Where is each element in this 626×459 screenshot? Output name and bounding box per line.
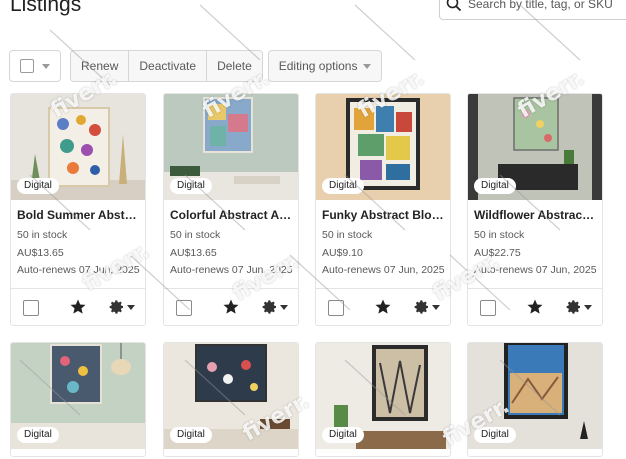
search-input[interactable]	[468, 0, 626, 11]
listing-checkbox[interactable]	[176, 300, 192, 316]
listing-title[interactable]: Colorful Abstract Art Print	[170, 208, 294, 222]
listing-card[interactable]: Digital	[10, 342, 146, 457]
listing-title[interactable]: Wildflower Abstract Painting	[474, 208, 598, 222]
gear-icon	[109, 300, 123, 314]
listing-price: AU$13.65	[170, 247, 217, 259]
gear-menu[interactable]	[262, 298, 290, 316]
digital-badge: Digital	[474, 427, 516, 443]
chevron-down-icon	[280, 304, 288, 310]
search-icon	[446, 0, 462, 12]
listing-price: AU$9.10	[322, 247, 363, 259]
card-divider	[11, 288, 145, 289]
select-all-checkbox[interactable]	[20, 59, 34, 73]
listing-checkbox[interactable]	[480, 300, 496, 316]
gear-icon	[566, 300, 580, 314]
listing-renews: Auto-renews 07 Jun, 2025	[474, 264, 597, 276]
gear-icon	[262, 300, 276, 314]
star-icon[interactable]	[69, 298, 87, 316]
renew-button[interactable]: Renew	[71, 51, 130, 81]
digital-badge: Digital	[474, 178, 516, 194]
chevron-down-icon	[584, 304, 592, 310]
listing-card[interactable]: Digital Funky Abstract Bloom Art 50 in s…	[315, 93, 451, 326]
listing-renews: Auto-renews 07 Jun, 2025	[170, 264, 293, 276]
listing-card[interactable]: Digital	[315, 342, 451, 457]
listing-title[interactable]: Bold Summer Abstract Art	[17, 208, 141, 222]
listing-card[interactable]: Digital	[467, 342, 603, 457]
gear-menu[interactable]	[414, 298, 442, 316]
bulk-actions: Renew Deactivate Delete	[70, 50, 263, 82]
listing-price: AU$22.75	[474, 247, 521, 259]
card-divider	[316, 288, 450, 289]
bulk-toolbar: Renew Deactivate Delete Editing options	[9, 50, 383, 82]
digital-badge: Digital	[322, 427, 364, 443]
editing-options-label: Editing options	[278, 59, 358, 73]
digital-badge: Digital	[322, 178, 364, 194]
listing-title[interactable]: Funky Abstract Bloom Art	[322, 208, 446, 222]
editing-options-button[interactable]: Editing options	[267, 50, 383, 82]
digital-badge: Digital	[17, 427, 59, 443]
listing-card[interactable]: Digital Wildflower Abstract Painting 50 …	[467, 93, 603, 326]
chevron-down-icon	[432, 304, 440, 310]
select-all-dropdown[interactable]	[9, 50, 61, 82]
star-icon[interactable]	[526, 298, 544, 316]
digital-badge: Digital	[170, 427, 212, 443]
gear-icon	[414, 300, 428, 314]
card-divider	[468, 288, 602, 289]
star-icon[interactable]	[374, 298, 392, 316]
card-divider	[164, 288, 298, 289]
gear-menu[interactable]	[109, 298, 137, 316]
chevron-down-icon	[127, 304, 135, 310]
digital-badge: Digital	[17, 178, 59, 194]
listing-stock: 50 in stock	[170, 229, 221, 241]
listing-renews: Auto-renews 07 Jun, 2025	[17, 264, 140, 276]
listing-stock: 50 in stock	[474, 229, 525, 241]
deactivate-button[interactable]: Deactivate	[129, 51, 208, 81]
listing-checkbox[interactable]	[328, 300, 344, 316]
listing-card[interactable]: Digital Colorful Abstract Art Print 50 i…	[163, 93, 299, 326]
chevron-down-icon	[42, 63, 50, 69]
chevron-down-icon	[363, 63, 372, 69]
listing-renews: Auto-renews 07 Jun, 2025	[322, 264, 445, 276]
search-box[interactable]	[439, 0, 626, 20]
digital-badge: Digital	[170, 178, 212, 194]
listing-checkbox[interactable]	[23, 300, 39, 316]
gear-menu[interactable]	[566, 298, 594, 316]
listing-card[interactable]: Digital	[163, 342, 299, 457]
listing-stock: 50 in stock	[17, 229, 68, 241]
delete-button[interactable]: Delete	[207, 51, 262, 81]
listing-price: AU$13.65	[17, 247, 64, 259]
listing-stock: 50 in stock	[322, 229, 373, 241]
page-title: Listings	[10, 0, 82, 16]
listing-card[interactable]: Digital Bold Summer Abstract Art 50 in s…	[10, 93, 146, 326]
star-icon[interactable]	[222, 298, 240, 316]
